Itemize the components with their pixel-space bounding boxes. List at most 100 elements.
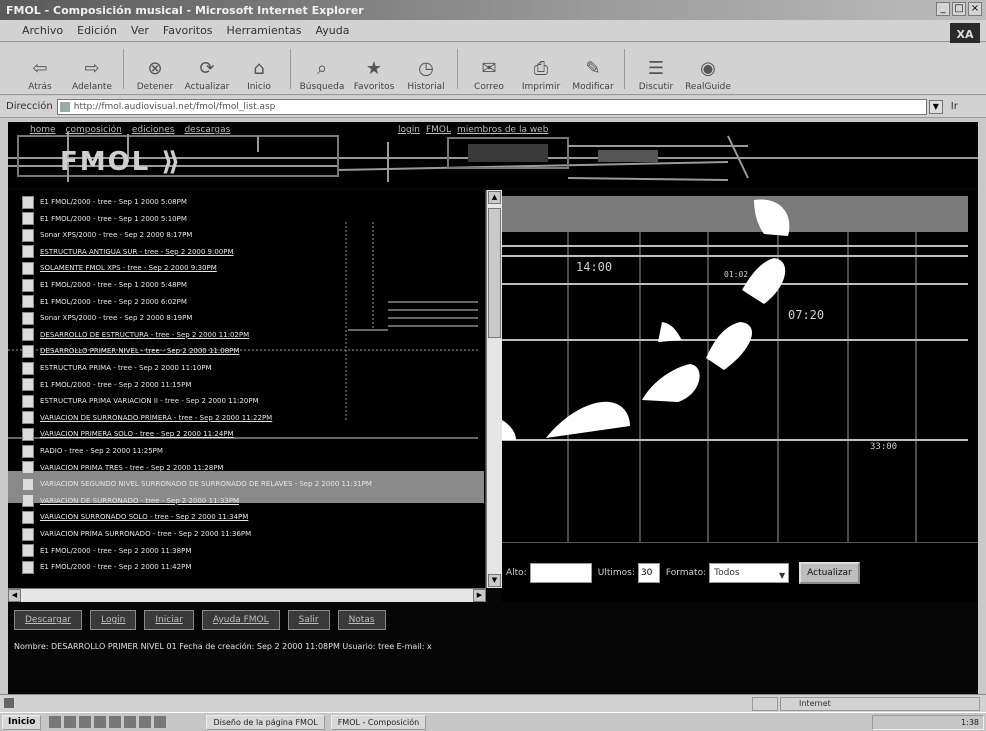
toolbar-button-7[interactable]: ◷ Historial xyxy=(400,46,452,92)
toolbar-button-10[interactable]: ✎ Modificar xyxy=(567,46,619,92)
toolbar-button-label: Inicio xyxy=(247,81,271,92)
toolbar-button-label: Búsqueda xyxy=(299,81,345,92)
banner-link-miembros[interactable]: miembros de la web xyxy=(457,125,548,135)
list-item[interactable]: E1 FMOL/2000 - tree - Sep 2 2000 11:42PM xyxy=(22,559,191,575)
menu-ver[interactable]: Ver xyxy=(131,24,149,37)
toolbar-button-0[interactable]: ⇦ Atrás xyxy=(14,46,66,92)
list-item[interactable]: VARIACION SURRONADO SOLO - tree - Sep 2 … xyxy=(22,509,248,525)
quick-launch-ie-icon[interactable] xyxy=(49,716,62,728)
list-item-label: DESARROLLO DE ESTRUCTURA - tree - Sep 2 … xyxy=(40,330,250,339)
list-item[interactable]: VARIACION PRIMA TRES - tree - Sep 2 2000… xyxy=(22,460,223,476)
list-item[interactable]: E1 FMOL/2000 - tree - Sep 2 2000 11:15PM xyxy=(22,377,191,393)
quick-launch-app3-icon[interactable] xyxy=(124,716,137,728)
close-icon[interactable]: × xyxy=(968,2,982,16)
time-label-1: 14:00 xyxy=(576,260,613,274)
list-item[interactable]: E1 FMOL/2000 - tree - Sep 2 2000 6:02PM xyxy=(22,294,187,310)
list-item-label: E1 FMOL/2000 - tree - Sep 2 2000 11:42PM xyxy=(40,563,192,572)
toolbar-button-3[interactable]: ⟳ Actualizar xyxy=(181,46,233,92)
menu-edicion[interactable]: Edición xyxy=(77,24,117,37)
toolbar-button-1[interactable]: ⇨ Adelante xyxy=(66,46,118,92)
toolbar-button-label: Detener xyxy=(136,81,174,92)
nav-button-iniciar[interactable]: Iniciar xyxy=(144,610,194,630)
formato-select[interactable]: Todos ▼ xyxy=(709,562,790,583)
toolbar-button-6[interactable]: ★ Favoritos xyxy=(348,46,400,92)
toolbar-button-2[interactable]: ⊗ Detener xyxy=(129,46,181,92)
menu-archivo[interactable]: Archivo xyxy=(22,24,63,37)
banner-link-ediciones[interactable]: ediciones xyxy=(132,125,175,135)
list-vertical-scrollbar[interactable]: ▲ ▼ xyxy=(486,190,502,588)
list-item[interactable]: VARIACION DE SURRONADO - tree - Sep 2 20… xyxy=(22,493,239,509)
banner-link-login[interactable]: login xyxy=(398,125,420,135)
scroll-thumb[interactable] xyxy=(488,208,501,338)
banner-link-composicion[interactable]: composición xyxy=(66,125,122,135)
list-item[interactable]: Sonar XPS/2000 - tree - Sep 2 2000 8:19P… xyxy=(22,310,192,326)
list-item[interactable]: E1 FMOL/2000 - tree - Sep 1 2000 5:48PM xyxy=(22,277,187,293)
quick-launch-mail-icon[interactable] xyxy=(79,716,92,728)
nav-button-login[interactable]: Login xyxy=(90,610,137,630)
toolbar-button-11[interactable]: ☰ Discutir xyxy=(630,46,682,92)
list-item[interactable]: VARIACION DE SURRONADO PRIMERA - tree - … xyxy=(22,410,272,426)
scroll-left-icon[interactable]: ◀ xyxy=(8,589,21,602)
realguide-icon: ◉ xyxy=(700,57,716,79)
toolbar-button-12[interactable]: ◉ RealGuide xyxy=(682,46,734,92)
list-item[interactable]: VARIACION SEGUNDO NIVEL SURRONADO DE SUR… xyxy=(22,476,372,492)
list-item[interactable]: ESTRUCTURA PRIMA VARIACION II - tree - S… xyxy=(22,393,259,409)
nav-button-salir[interactable]: Salir xyxy=(287,610,330,630)
go-button[interactable]: Ir xyxy=(951,101,958,112)
time-label-3: 33:00 xyxy=(870,442,898,452)
nav-button-descargar[interactable]: Descargar xyxy=(14,610,83,630)
scroll-down-icon[interactable]: ▼ xyxy=(488,574,501,587)
task-button-1[interactable]: Diseño de la página FMOL xyxy=(206,714,325,730)
list-horizontal-scrollbar[interactable]: ◀ ▶ xyxy=(8,588,486,602)
list-item[interactable]: E1 FMOL/2000 - tree - Sep 1 2000 5:08PM xyxy=(22,194,187,210)
document-icon xyxy=(22,245,34,259)
menu-favoritos[interactable]: Favoritos xyxy=(163,24,213,37)
list-item[interactable]: SOLAMENTE FMOL XPS - tree - Sep 2 2000 9… xyxy=(22,260,217,276)
list-item[interactable]: VARIACION PRIMERA SOLO - tree - Sep 2 20… xyxy=(22,426,234,442)
list-item-label: VARIACION DE SURRONADO PRIMERA - tree - … xyxy=(40,413,273,422)
address-label: Dirección xyxy=(6,101,53,112)
list-item[interactable]: E1 FMOL/2000 - tree - Sep 1 2000 5:10PM xyxy=(22,211,187,227)
banner-link-descargas[interactable]: descargas xyxy=(184,125,230,135)
list-item[interactable]: ESTRUCTURA ANTIGUA SUR - tree - Sep 2 20… xyxy=(22,244,234,260)
list-item-label: ESTRUCTURA ANTIGUA SUR - tree - Sep 2 20… xyxy=(40,247,234,256)
list-item[interactable]: Sonar XPS/2000 - tree - Sep 2 2000 8:17P… xyxy=(22,227,192,243)
scroll-right-icon[interactable]: ▶ xyxy=(473,589,486,602)
quick-launch-app5-icon[interactable] xyxy=(154,716,167,728)
toolbar-button-4[interactable]: ⌂ Inicio xyxy=(233,46,285,92)
address-input[interactable]: http://fmol.audiovisual.net/fmol/fmol_li… xyxy=(56,98,927,115)
banner-link-fmol[interactable]: FMOL xyxy=(426,125,451,135)
minimize-icon[interactable]: _ xyxy=(936,2,950,16)
list-item[interactable]: DESARROLLO PRIMER NIVEL - tree - Sep 2 2… xyxy=(22,343,239,359)
list-item[interactable]: E1 FMOL/2000 - tree - Sep 2 2000 11:38PM xyxy=(22,543,191,559)
address-bar: Dirección http://fmol.audiovisual.net/fm… xyxy=(0,96,986,118)
nav-button-ayuda[interactable]: Ayuda FMOL xyxy=(201,610,280,630)
menu-herramientas[interactable]: Herramientas xyxy=(227,24,302,37)
banner-link-home[interactable]: home xyxy=(30,125,56,135)
list-item[interactable]: DESARROLLO DE ESTRUCTURA - tree - Sep 2 … xyxy=(22,327,249,343)
maximize-icon[interactable]: □ xyxy=(952,2,966,16)
alto-input[interactable] xyxy=(529,562,592,583)
toolbar-button-8[interactable]: ✉ Correo xyxy=(463,46,515,92)
quick-launch-app4-icon[interactable] xyxy=(139,716,152,728)
list-item[interactable]: ESTRUCTURA PRIMA - tree - Sep 2 2000 11:… xyxy=(22,360,212,376)
quick-launch-desktop-icon[interactable] xyxy=(64,716,77,728)
quick-launch-app-icon[interactable] xyxy=(94,716,107,728)
list-item-label: E1 FMOL/2000 - tree - Sep 2 2000 11:15PM xyxy=(40,380,192,389)
toolbar-separator xyxy=(290,48,291,89)
list-item[interactable]: VARIACION PRIMA SURRONADO - tree - Sep 2… xyxy=(22,526,251,542)
start-button[interactable]: Inicio xyxy=(2,714,42,730)
task-button-2[interactable]: FMOL - Composición xyxy=(330,714,427,730)
scroll-up-icon[interactable]: ▲ xyxy=(488,191,501,204)
quick-launch-app2-icon[interactable] xyxy=(109,716,122,728)
toolbar-button-9[interactable]: ⎙ Imprimir xyxy=(515,46,567,92)
update-button[interactable]: Actualizar xyxy=(799,561,860,584)
toolbar-button-5[interactable]: ⌕ Búsqueda xyxy=(296,46,348,92)
address-dropdown-icon[interactable]: ▼ xyxy=(928,99,943,114)
menu-ayuda[interactable]: Ayuda xyxy=(315,24,349,37)
home-icon: ⌂ xyxy=(253,57,265,79)
ultimos-input[interactable]: 30 xyxy=(637,562,660,583)
page-content: home composición ediciones descargas log… xyxy=(8,122,978,694)
list-item[interactable]: RADIO - tree - Sep 2 2000 11:25PM xyxy=(22,443,163,459)
nav-button-notas[interactable]: Notas xyxy=(337,610,386,630)
